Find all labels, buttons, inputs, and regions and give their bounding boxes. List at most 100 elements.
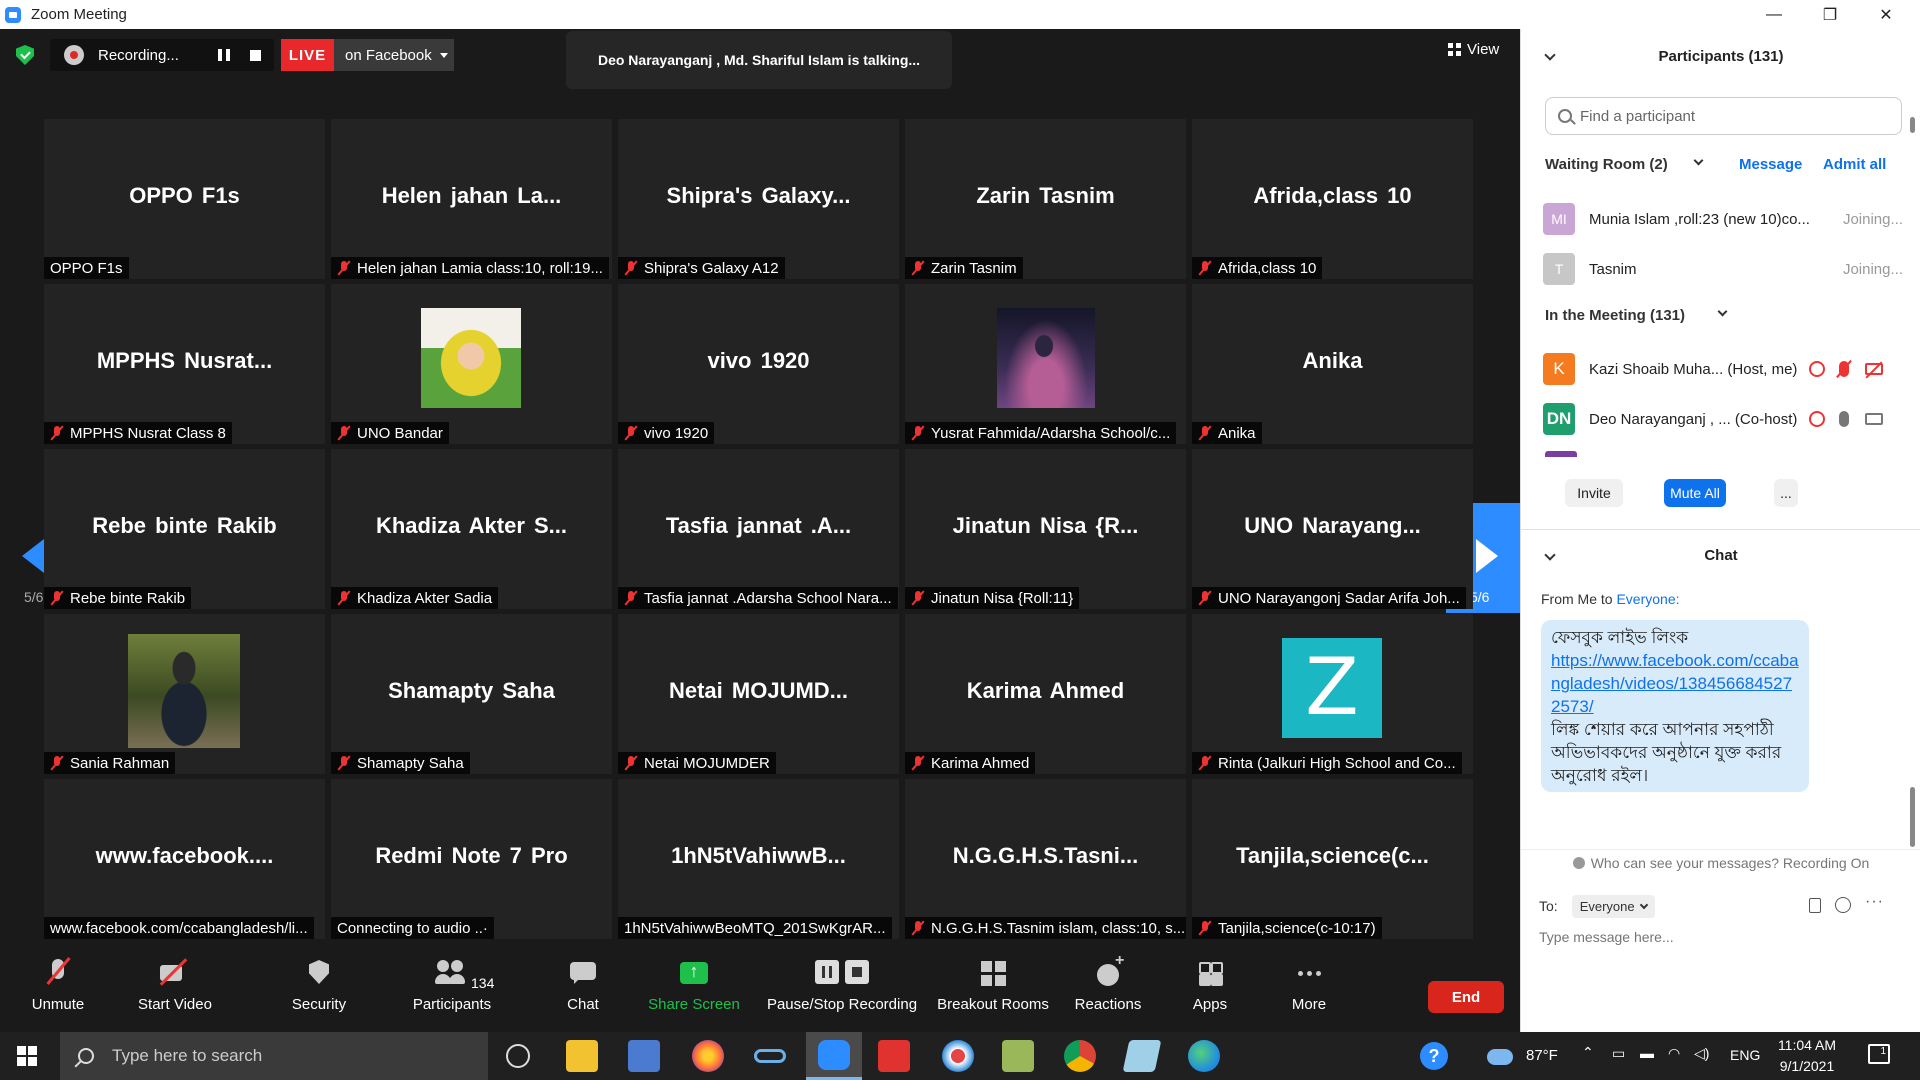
find-participant-input[interactable]: Find a participant xyxy=(1545,97,1902,135)
system-clock[interactable]: 11:04 AM 9/1/2021 xyxy=(1770,1035,1844,1077)
firefox-icon[interactable] xyxy=(692,1040,724,1072)
restore-button[interactable]: ❐ xyxy=(1802,0,1858,29)
recipient-select[interactable]: Everyone xyxy=(1571,894,1655,918)
participant-video-tile[interactable]: Redmi Note 7 Pro Connecting to audio ..· xyxy=(331,779,612,939)
chat-message-link[interactable]: https://www.facebook.com/ccabangladesh/v… xyxy=(1551,649,1799,718)
more-options-button[interactable]: ... xyxy=(1774,479,1798,507)
meet-now-icon[interactable]: ▭ xyxy=(1612,1045,1625,1062)
participant-video-tile[interactable]: Shamapty Saha Shamapty Saha xyxy=(331,614,612,774)
battery-icon[interactable]: ▬ xyxy=(1640,1045,1654,1061)
infinity-app-icon[interactable] xyxy=(754,1049,786,1063)
mute-all-button[interactable]: Mute All xyxy=(1664,479,1726,507)
participant-video-tile[interactable]: UNO Bandar xyxy=(331,284,612,444)
participant-video-tile[interactable]: MPPHS Nusrat... MPPHS Nusrat Class 8 xyxy=(44,284,325,444)
windows-start-icon[interactable] xyxy=(17,1046,37,1066)
invite-button[interactable]: Invite xyxy=(1565,479,1623,507)
participant-video-tile[interactable]: OPPO F1s OPPO F1s xyxy=(44,119,325,279)
edge-icon[interactable] xyxy=(1188,1040,1220,1072)
chat-scrollbar[interactable] xyxy=(1910,787,1915,847)
more-button[interactable]: More xyxy=(1288,956,1330,1026)
chat-recipient-link[interactable]: Everyone: xyxy=(1616,591,1679,607)
file-explorer-icon[interactable] xyxy=(566,1040,598,1072)
participant-video-tile[interactable]: Rebe binte Rakib Rebe binte Rakib xyxy=(44,449,325,609)
taskbar-search[interactable]: Type here to search xyxy=(60,1032,488,1080)
more-dots-icon[interactable]: ··· xyxy=(1865,893,1884,911)
close-button[interactable]: ✕ xyxy=(1858,0,1914,29)
emoji-icon[interactable] xyxy=(1835,897,1851,913)
chrome-icon[interactable] xyxy=(1064,1040,1096,1072)
participant-row[interactable]: DN Deo Narayanganj , ... (Co-host) xyxy=(1543,401,1903,437)
admit-all-link[interactable]: Admit all xyxy=(1823,156,1886,173)
participant-video-tile[interactable]: Shipra's Galaxy... Shipra's Galaxy A12 xyxy=(618,119,899,279)
participant-video-tile[interactable]: Tanjila,science(c... Tanjila,science(c-10… xyxy=(1192,779,1473,939)
tray-chevron-icon[interactable]: ⌃ xyxy=(1582,1044,1594,1061)
pause-recording-icon[interactable] xyxy=(218,49,230,61)
participants-button[interactable]: Participants xyxy=(409,956,495,1026)
mic-muted-icon xyxy=(1198,590,1212,606)
message-link[interactable]: Message xyxy=(1739,156,1802,173)
unmute-button[interactable]: Unmute xyxy=(30,956,86,1026)
start-video-button[interactable]: Start Video xyxy=(135,956,215,1026)
participant-video-tile[interactable]: N.G.G.H.S.Tasni... N.G.G.H.S.Tasnim islam… xyxy=(905,779,1186,939)
paint-icon[interactable] xyxy=(942,1040,974,1072)
temperature[interactable]: 87°F xyxy=(1526,1047,1558,1064)
waiting-participant-row[interactable]: T Tasnim Joining... xyxy=(1543,251,1903,287)
minimize-button[interactable]: — xyxy=(1746,0,1802,29)
participant-video-tile[interactable]: Khadiza Akter S... Khadiza Akter Sadia xyxy=(331,449,612,609)
in-meeting-title[interactable]: In the Meeting (131) xyxy=(1545,307,1685,324)
participant-video-tile[interactable]: vivo 1920 vivo 1920 xyxy=(618,284,899,444)
waiting-room-chevron-icon[interactable] xyxy=(1693,155,1704,166)
participant-video-tile[interactable]: Zarin Tasnim Zarin Tasnim xyxy=(905,119,1186,279)
chat-button[interactable]: Chat xyxy=(563,956,603,1026)
wifi-icon[interactable]: ◠ xyxy=(1668,1045,1680,1062)
participant-video-tile[interactable]: Jinatun Nisa {R... Jinatun Nisa {Roll:11} xyxy=(905,449,1186,609)
participant-video-tile[interactable]: UNO Narayang... UNO Narayangonj Sadar Ari… xyxy=(1192,449,1473,609)
participant-video-tile[interactable]: Sania Rahman xyxy=(44,614,325,774)
security-button[interactable]: Security xyxy=(284,956,354,1026)
mic-muted-icon xyxy=(337,590,351,606)
participant-video-tile[interactable]: Helen jahan La... Helen jahan Lamia class… xyxy=(331,119,612,279)
store-icon[interactable] xyxy=(628,1040,660,1072)
pause-stop-recording-button[interactable]: Pause/Stop Recording xyxy=(765,956,919,1026)
participant-video-tile[interactable]: Karima Ahmed Karima Ahmed xyxy=(905,614,1186,774)
scroll-thumb[interactable] xyxy=(1910,117,1915,133)
task-view-icon[interactable] xyxy=(506,1044,530,1068)
photos-icon[interactable] xyxy=(1002,1040,1034,1072)
notifications-icon[interactable]: 1 xyxy=(1868,1044,1890,1064)
help-icon[interactable]: ? xyxy=(1420,1042,1448,1070)
chat-visibility-notice[interactable]: Who can see your messages? Recording On xyxy=(1521,849,1920,875)
participant-video-tile[interactable]: www.facebook.... www.facebook.com/ccabang… xyxy=(44,779,325,939)
end-meeting-button[interactable]: End xyxy=(1428,981,1504,1013)
zoom-taskbar-button[interactable] xyxy=(806,1032,862,1080)
participant-video-tile[interactable]: Afrida,class 10 Afrida,class 10 xyxy=(1192,119,1473,279)
anydesk-icon[interactable] xyxy=(878,1040,910,1072)
live-target-dropdown[interactable]: on Facebook xyxy=(334,39,454,71)
stop-recording-icon[interactable] xyxy=(250,50,261,61)
waiting-participant-row[interactable]: MI Munia Islam ,roll:23 (new 10)co... Jo… xyxy=(1543,201,1903,237)
share-screen-button[interactable]: Share Screen xyxy=(648,956,740,1026)
apps-button[interactable]: Apps xyxy=(1190,956,1230,1026)
in-meeting-chevron-icon[interactable] xyxy=(1717,306,1728,317)
participant-video-tile[interactable]: Anika Anika xyxy=(1192,284,1473,444)
breakout-rooms-button[interactable]: Breakout Rooms xyxy=(935,956,1051,1026)
participant-video-tile[interactable]: Tasfia jannat .A... Tasfia jannat .Adarsh… xyxy=(618,449,899,609)
encryption-shield-icon[interactable] xyxy=(16,45,34,65)
participant-video-tile[interactable]: Yusrat Fahmida/Adarsha School/c... xyxy=(905,284,1186,444)
microphone-icon[interactable] xyxy=(1839,411,1849,427)
input-language[interactable]: ENG xyxy=(1730,1047,1760,1063)
participants-scrollbar[interactable] xyxy=(1910,113,1915,383)
mic-muted-icon[interactable] xyxy=(1839,361,1849,377)
participant-video-tile[interactable]: Netai MOJUMD... Netai MOJUMDER xyxy=(618,614,899,774)
reactions-button[interactable]: Reactions xyxy=(1074,952,1142,1026)
waiting-room-title[interactable]: Waiting Room (2) xyxy=(1545,156,1668,173)
view-button[interactable]: View xyxy=(1448,41,1499,58)
participant-row[interactable]: K Kazi Shoaib Muha... (Host, me) xyxy=(1543,351,1903,387)
notepad-icon[interactable] xyxy=(1122,1040,1162,1072)
mic-muted-icon xyxy=(624,590,638,606)
participant-video-tile[interactable]: 1hN5tVahiwwB... 1hN5tVahiwwBeoMTQ_201SwKg… xyxy=(618,779,899,939)
file-attach-icon[interactable] xyxy=(1809,898,1821,913)
volume-icon[interactable]: ◁) xyxy=(1694,1045,1709,1062)
weather-cloud-icon[interactable] xyxy=(1487,1049,1513,1065)
participant-video-tile[interactable]: Z Rinta (Jalkuri High School and Co... xyxy=(1192,614,1473,774)
chat-message-input[interactable] xyxy=(1539,925,1899,949)
